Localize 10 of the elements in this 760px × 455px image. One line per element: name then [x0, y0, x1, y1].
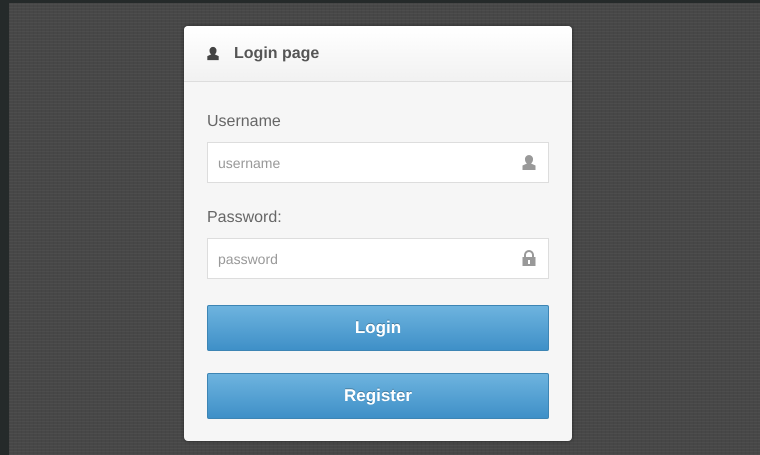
lock-icon	[521, 250, 537, 267]
user-icon	[521, 154, 537, 171]
register-button[interactable]: Register	[207, 373, 549, 419]
login-button[interactable]: Login	[207, 305, 549, 351]
username-field[interactable]: username	[207, 142, 549, 183]
field-label: Username	[207, 113, 281, 131]
field-label: Password:	[207, 209, 282, 227]
panel-title: Login page	[234, 44, 320, 62]
password-field[interactable]: password	[207, 238, 549, 279]
user-icon	[206, 46, 220, 61]
